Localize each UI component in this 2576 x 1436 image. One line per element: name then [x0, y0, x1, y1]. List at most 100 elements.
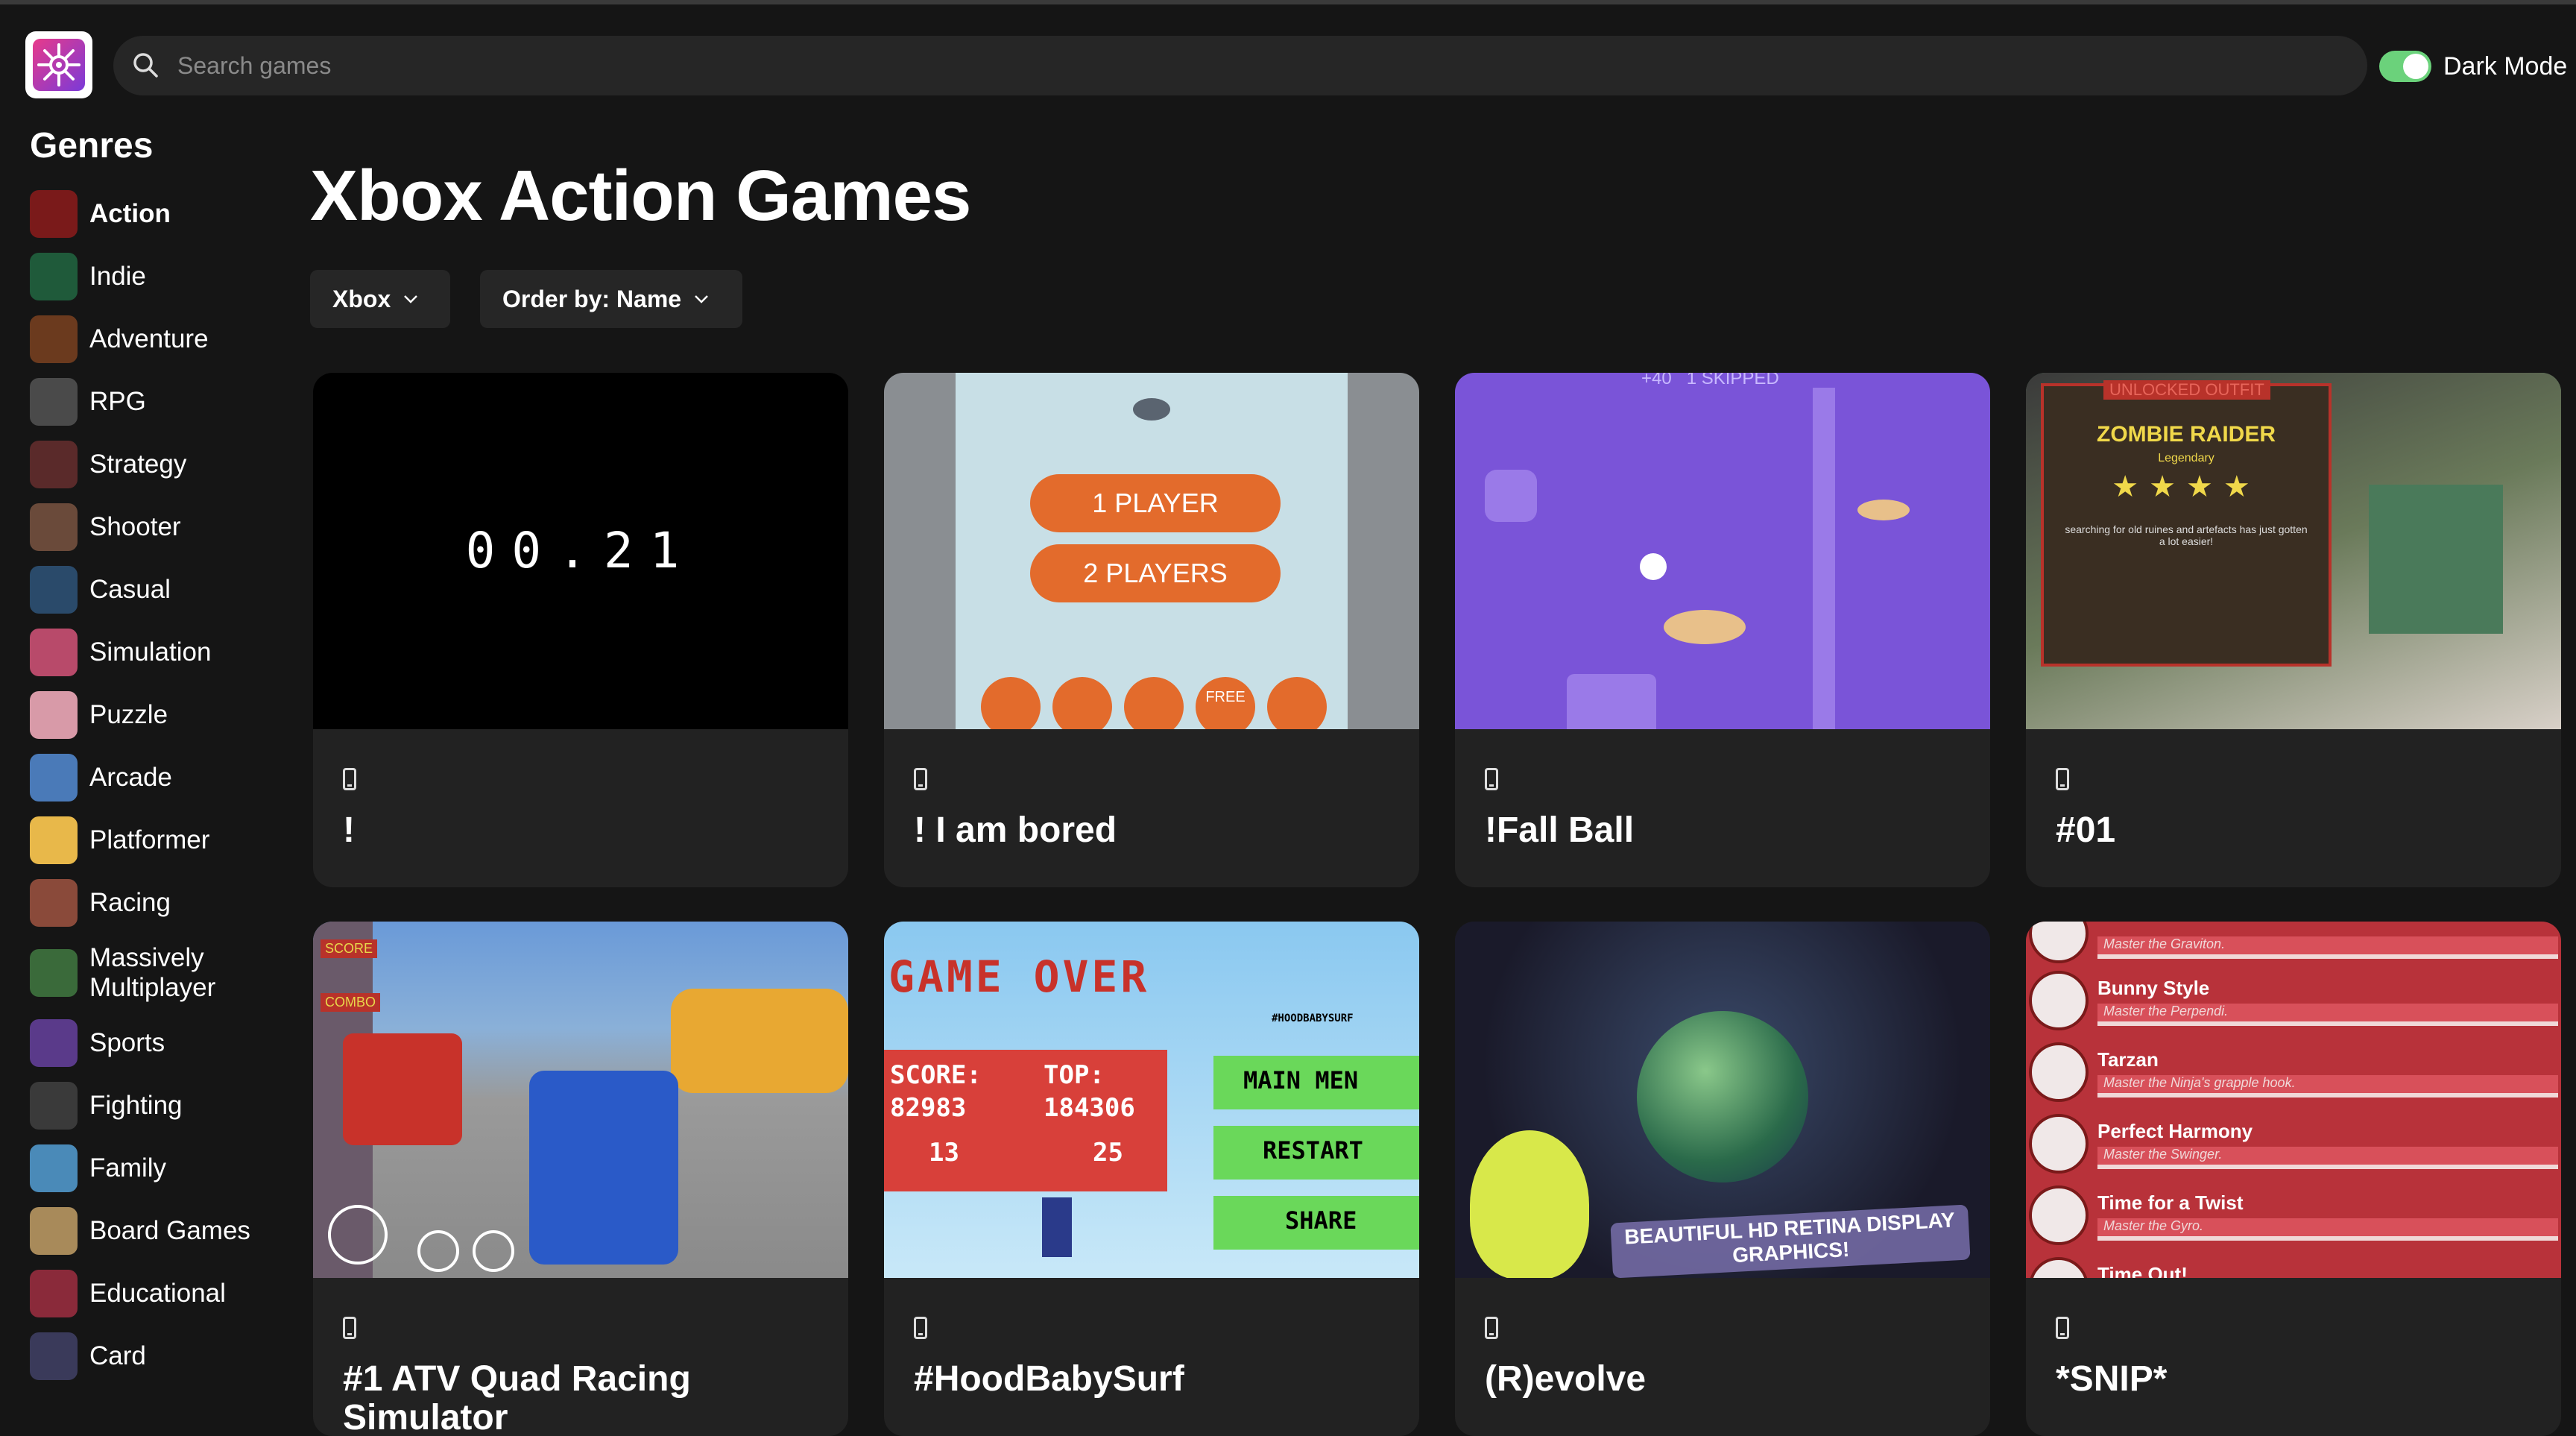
- toggle-knob: [2403, 54, 2428, 79]
- genre-item[interactable]: Action: [30, 183, 276, 245]
- game-card[interactable]: SCORE COMBO #1 ATV Quad Racing Simulator: [313, 922, 848, 1436]
- genre-thumbnail: [30, 754, 78, 802]
- app-logo[interactable]: [25, 31, 92, 98]
- restart-button: RESTART: [1213, 1126, 1419, 1180]
- mobile-platform-icon: [914, 1317, 927, 1339]
- dark-mode-label: Dark Mode: [2443, 52, 2568, 81]
- search-bar[interactable]: [113, 36, 2367, 95]
- top-label: TOP:: [1044, 1060, 1105, 1090]
- red-car: [343, 1033, 462, 1145]
- achievement-bar: Master the Graviton.: [2097, 936, 2558, 959]
- genre-item[interactable]: Puzzle: [30, 684, 276, 746]
- restart-label: RESTART: [1263, 1136, 1363, 1165]
- achievement-icon: [2029, 971, 2089, 1030]
- page-title: Xbox Action Games: [310, 156, 971, 236]
- outfit-name: ZOMBIE RAIDER: [2097, 422, 2276, 447]
- cross-shape: [1485, 470, 1537, 522]
- game-screenshot: +40 1 SKIPPED: [1455, 373, 1990, 729]
- genre-thumbnail: [30, 566, 78, 614]
- achievement-row: Time for a Twist Master the Gyro.: [2026, 1178, 2561, 1250]
- right-arrow-icon: [473, 1230, 514, 1272]
- outfit-description: searching for old ruines and artefacts h…: [2065, 523, 2308, 547]
- two-players-label: 2 PLAYERS: [1083, 558, 1228, 588]
- achievement-row: Time Out!: [2026, 1250, 2561, 1278]
- genre-item[interactable]: Fighting: [30, 1074, 276, 1137]
- genre-item[interactable]: Racing: [30, 872, 276, 934]
- genre-thumbnail: [30, 503, 78, 551]
- logo-icon: [33, 39, 85, 91]
- feature-banner: BEAUTIFUL HD RETINA DISPLAY GRAPHICS!: [1610, 1204, 1971, 1278]
- ball-shape: [1640, 553, 1667, 580]
- game-screenshot: Master the Graviton. Bunny Style Master th…: [2026, 922, 2561, 1278]
- mobile-platform-icon: [343, 768, 356, 790]
- genre-label: Arcade: [89, 763, 172, 792]
- genre-item[interactable]: Shooter: [30, 496, 276, 558]
- game-title: #1 ATV Quad Racing Simulator: [343, 1359, 691, 1436]
- genre-item[interactable]: Board Games: [30, 1200, 276, 1262]
- achievement-row: Master the Graviton.: [2026, 922, 2561, 968]
- genre-item[interactable]: Massively Multiplayer: [30, 934, 276, 1012]
- genre-item[interactable]: Arcade: [30, 746, 276, 809]
- game-card[interactable]: BEAUTIFUL HD RETINA DISPLAY GRAPHICS! (R…: [1455, 922, 1990, 1436]
- achievement-name: Time for a Twist: [2097, 1191, 2244, 1214]
- genre-label: Puzzle: [89, 700, 168, 729]
- chevron-down-icon: [695, 295, 708, 303]
- genre-item[interactable]: Sports: [30, 1012, 276, 1074]
- achievement-name: Time Out!: [2097, 1263, 2188, 1278]
- achievement-icon: [2029, 1257, 2089, 1278]
- achievement-bar: Master the Perpendi.: [2097, 1004, 2558, 1026]
- genre-label: Adventure: [89, 324, 209, 353]
- genre-thumbnail: [30, 1332, 78, 1380]
- genre-label: Strategy: [89, 450, 187, 479]
- genre-label: Action: [89, 199, 171, 228]
- genre-label: RPG: [89, 387, 146, 416]
- genre-item[interactable]: Adventure: [30, 308, 276, 371]
- count-b: 25: [1093, 1138, 1123, 1168]
- planet-shape: [1637, 1011, 1808, 1183]
- count-a: 13: [929, 1138, 959, 1168]
- game-screenshot: 00.21: [313, 373, 848, 729]
- game-title: !Fall Ball: [1485, 810, 1635, 850]
- outfit-panel: UNLOCKED OUTFIT ZOMBIE RAIDER Legendary …: [2041, 380, 2332, 667]
- unlocked-outfit-banner: UNLOCKED OUTFIT: [2103, 380, 2270, 400]
- platform-filter-dropdown[interactable]: Xbox: [310, 270, 450, 328]
- order-by-dropdown[interactable]: Order by: Name: [480, 270, 742, 328]
- genre-item[interactable]: Casual: [30, 558, 276, 621]
- game-card[interactable]: Master the Graviton. Bunny Style Master th…: [2026, 922, 2561, 1436]
- game-card[interactable]: GAME OVER #HOODBABYSURF SCORE: 82983 TOP…: [884, 922, 1419, 1436]
- game-title: *SNIP*: [2056, 1359, 2168, 1399]
- game-card[interactable]: +40 1 SKIPPED !Fall Ball: [1455, 373, 1990, 887]
- genre-item[interactable]: Indie: [30, 245, 276, 308]
- genre-thumbnail: [30, 1082, 78, 1130]
- achievement-row: Tarzan Master the Ninja's grapple hook.: [2026, 1035, 2561, 1106]
- alien-character: [1470, 1130, 1589, 1278]
- achievement-name: Perfect Harmony: [2097, 1120, 2253, 1142]
- genre-thumbnail: [30, 816, 78, 864]
- genre-item[interactable]: Platformer: [30, 809, 276, 872]
- genre-label: Racing: [89, 888, 171, 917]
- game-screenshot: UNLOCKED OUTFIT ZOMBIE RAIDER Legendary …: [2026, 373, 2561, 729]
- achievement-desc: Master the Gyro.: [2103, 1218, 2204, 1233]
- genre-item[interactable]: Strategy: [30, 433, 276, 496]
- achievement-bar: Master the Gyro.: [2097, 1218, 2558, 1241]
- game-card[interactable]: 00.21 !: [313, 373, 848, 887]
- achievement-icon: [2029, 1042, 2089, 1102]
- genre-item[interactable]: RPG: [30, 371, 276, 433]
- one-player-button: 1 PLAYER: [1030, 474, 1281, 532]
- genre-item[interactable]: Simulation: [30, 621, 276, 684]
- genre-item[interactable]: Family: [30, 1137, 276, 1200]
- mobile-platform-icon: [914, 768, 927, 790]
- dark-mode-toggle[interactable]: [2379, 51, 2431, 82]
- genre-item[interactable]: Card: [30, 1325, 276, 1388]
- zombie-figure: [2369, 485, 2503, 634]
- genre-thumbnail: [30, 1019, 78, 1067]
- order-by-label: Order by: Name: [502, 285, 682, 312]
- achievement-desc: Master the Graviton.: [2103, 936, 2226, 951]
- game-card[interactable]: UNLOCKED OUTFIT ZOMBIE RAIDER Legendary …: [2026, 373, 2561, 887]
- game-card[interactable]: 1 PLAYER 2 PLAYERS FREE ! I am bored: [884, 373, 1419, 887]
- score-value: 82983: [890, 1093, 967, 1123]
- genre-thumbnail: [30, 1207, 78, 1255]
- search-input[interactable]: [177, 36, 2339, 95]
- achievement-desc: Master the Swinger.: [2103, 1147, 2223, 1162]
- genre-item[interactable]: Educational: [30, 1262, 276, 1325]
